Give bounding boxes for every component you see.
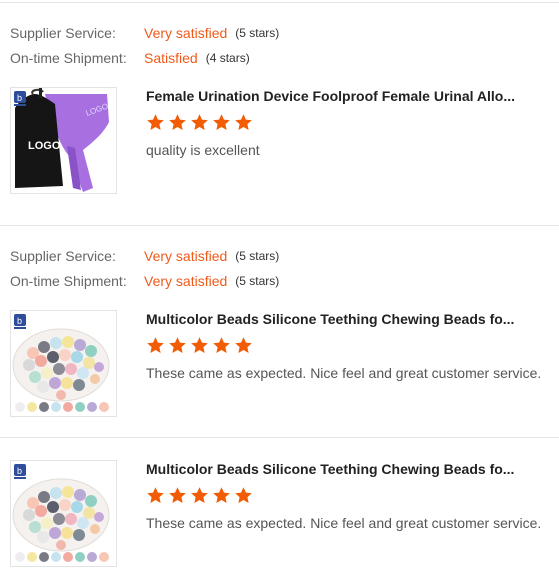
star-rating bbox=[146, 336, 253, 355]
review-item: Supplier Service: Very satisfied (5 star… bbox=[0, 225, 559, 437]
rating-count: (5 stars) bbox=[235, 249, 280, 263]
rating-label: On-time Shipment: bbox=[10, 50, 127, 66]
supplier-service-rating: Supplier Service: Very satisfied (5 star… bbox=[10, 23, 279, 43]
rating-value: Satisfied bbox=[144, 50, 198, 66]
svg-text:b: b bbox=[17, 466, 22, 476]
star-icon bbox=[235, 114, 252, 131]
star-icon bbox=[169, 487, 186, 504]
star-rating bbox=[146, 486, 253, 505]
review-item: Supplier Service: Very satisfied (5 star… bbox=[0, 2, 559, 225]
rating-count: (5 stars) bbox=[235, 26, 280, 40]
star-icon bbox=[169, 114, 186, 131]
star-rating bbox=[146, 113, 253, 132]
product-title-link[interactable]: Female Urination Device Foolproof Female… bbox=[146, 88, 515, 104]
product-thumbnail[interactable]: b bbox=[10, 460, 117, 567]
brand-badge-icon: b bbox=[14, 91, 26, 112]
rating-value: Very satisfied bbox=[144, 273, 228, 289]
rating-value: Very satisfied bbox=[144, 25, 228, 41]
rating-count: (4 stars) bbox=[205, 51, 250, 65]
product-title-link[interactable]: Multicolor Beads Silicone Teething Chewi… bbox=[146, 461, 514, 477]
star-icon bbox=[191, 114, 208, 131]
shipment-rating: On-time Shipment: Satisfied (4 stars) bbox=[10, 48, 250, 68]
supplier-service-rating: Supplier Service: Very satisfied (5 star… bbox=[10, 246, 279, 266]
rating-count: (5 stars) bbox=[235, 274, 280, 288]
svg-text:b: b bbox=[17, 93, 22, 103]
svg-text:b: b bbox=[17, 316, 22, 326]
product-thumbnail[interactable]: b bbox=[10, 310, 117, 417]
star-icon bbox=[213, 337, 230, 354]
star-icon bbox=[169, 337, 186, 354]
image-logo-text: LOGO bbox=[28, 140, 61, 152]
star-icon bbox=[235, 337, 252, 354]
product-thumbnail[interactable]: LOGO b LOGO bbox=[10, 87, 117, 194]
brand-badge-icon: b bbox=[14, 464, 26, 485]
product-title-link[interactable]: Multicolor Beads Silicone Teething Chewi… bbox=[146, 311, 514, 327]
review-comment: These came as expected. Nice feel and gr… bbox=[146, 365, 542, 381]
star-icon bbox=[213, 114, 230, 131]
rating-value: Very satisfied bbox=[144, 248, 228, 264]
review-comment: These came as expected. Nice feel and gr… bbox=[146, 515, 542, 531]
star-icon bbox=[191, 337, 208, 354]
star-icon bbox=[147, 114, 164, 131]
star-icon bbox=[191, 487, 208, 504]
review-comment: quality is excellent bbox=[146, 142, 260, 158]
shipment-rating: On-time Shipment: Very satisfied (5 star… bbox=[10, 271, 279, 291]
brand-badge-icon: b bbox=[14, 314, 26, 335]
star-icon bbox=[147, 337, 164, 354]
star-icon bbox=[235, 487, 252, 504]
star-icon bbox=[147, 487, 164, 504]
review-item: b Multicolor Beads Silicone Teething Che… bbox=[0, 437, 559, 585]
rating-label: Supplier Service: bbox=[10, 25, 116, 41]
star-icon bbox=[213, 487, 230, 504]
rating-label: Supplier Service: bbox=[10, 248, 116, 264]
rating-label: On-time Shipment: bbox=[10, 273, 127, 289]
